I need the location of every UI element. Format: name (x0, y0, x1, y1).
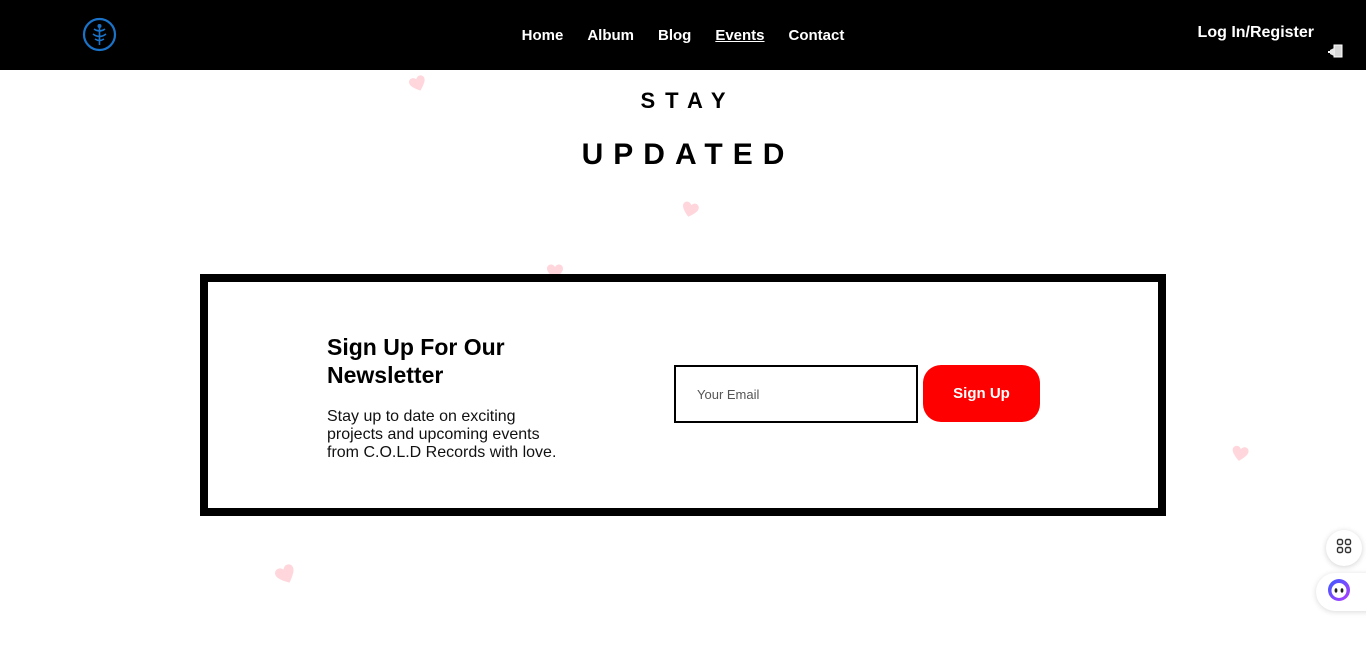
hero-line-updated: UPDATED (581, 138, 795, 171)
assistant-button[interactable] (1316, 573, 1366, 611)
heart-icon (1232, 445, 1249, 461)
hero-line-stay: STAY (640, 88, 736, 113)
newsletter-panel: Sign Up For Our Newsletter Stay up to da… (200, 274, 1166, 516)
heart-icon (683, 201, 699, 217)
newsletter-title: Sign Up For Our Newsletter (327, 334, 505, 388)
nav-blog-link[interactable]: Blog (658, 27, 691, 44)
signup-button[interactable]: Sign Up (923, 365, 1040, 422)
newsletter-description: Stay up to date on exciting projects and… (327, 408, 557, 461)
nav-events-link[interactable]: Events (715, 27, 764, 44)
apps-button[interactable] (1326, 530, 1362, 566)
login-register-link[interactable]: Log In/Register (1198, 24, 1314, 42)
assistant-face-icon (1327, 578, 1351, 607)
email-input[interactable] (674, 365, 918, 423)
main-nav: Home Album Blog Events Contact (0, 0, 1366, 70)
nav-album-link[interactable]: Album (587, 27, 634, 44)
apps-grid-icon (1336, 538, 1352, 559)
nav-contact-link[interactable]: Contact (789, 27, 845, 44)
site-header: Home Album Blog Events Contact Log In/Re… (0, 0, 1366, 70)
nav-home-link[interactable]: Home (522, 27, 564, 44)
heart-icon (275, 564, 294, 583)
speaker-icon[interactable] (1327, 42, 1345, 60)
